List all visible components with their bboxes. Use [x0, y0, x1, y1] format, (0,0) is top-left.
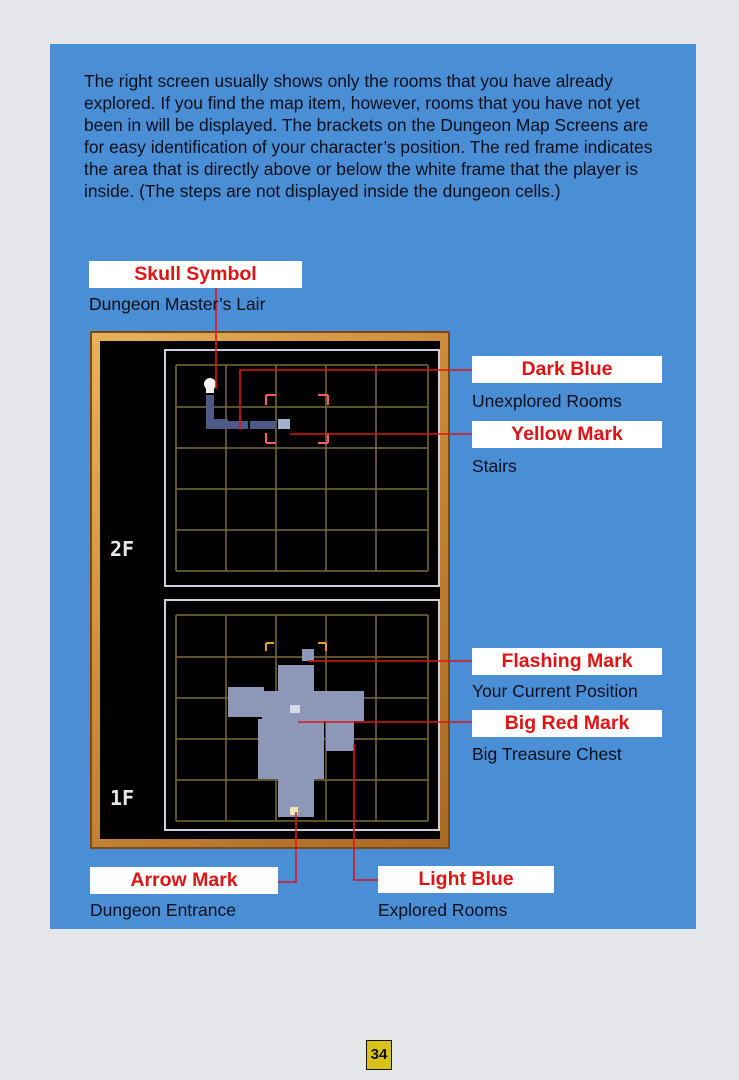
- yellow-mark-label: Yellow Mark: [472, 421, 662, 448]
- dungeon-map-frame: 2F 1F: [90, 331, 450, 849]
- skull-symbol-icon: [204, 378, 216, 393]
- light-blue-desc: Explored Rooms: [378, 900, 508, 920]
- explored-rooms: [228, 649, 364, 817]
- treasure-mark: [290, 705, 300, 713]
- flashing-mark-label: Flashing Mark: [472, 648, 662, 675]
- skull-symbol-label: Skull Symbol: [89, 261, 302, 288]
- big-red-mark-label: Big Red Mark: [472, 710, 662, 737]
- stairs-mark: [278, 419, 290, 429]
- floor-1f-label: 1F: [110, 786, 135, 810]
- floor-1f-grid: [175, 614, 429, 822]
- floor-2f-grid: [175, 364, 429, 572]
- intro-paragraph: The right screen usually shows only the …: [84, 71, 653, 201]
- dark-blue-desc: Unexplored Rooms: [472, 391, 622, 411]
- floor-2f-label: 2F: [110, 537, 135, 561]
- dark-blue-label: Dark Blue: [472, 356, 662, 383]
- arrow-mark-desc: Dungeon Entrance: [90, 900, 236, 920]
- big-red-mark-desc: Big Treasure Chest: [472, 744, 622, 764]
- entrance-arrow-icon: [290, 807, 298, 815]
- arrow-mark-label: Arrow Mark: [90, 867, 278, 894]
- skull-symbol-desc: Dungeon Master’s Lair: [89, 294, 266, 314]
- dungeon-map-screen: 2F 1F: [100, 341, 440, 839]
- floor-1f-map: [164, 599, 440, 831]
- yellow-mark-desc: Stairs: [472, 456, 517, 476]
- light-blue-label: Light Blue: [378, 866, 554, 893]
- instruction-panel: The right screen usually shows only the …: [50, 44, 696, 929]
- current-position-brackets: [265, 642, 327, 651]
- flashing-mark-desc: Your Current Position: [472, 681, 638, 701]
- floor-2f-map: [164, 349, 440, 587]
- page-number: 34: [366, 1040, 392, 1070]
